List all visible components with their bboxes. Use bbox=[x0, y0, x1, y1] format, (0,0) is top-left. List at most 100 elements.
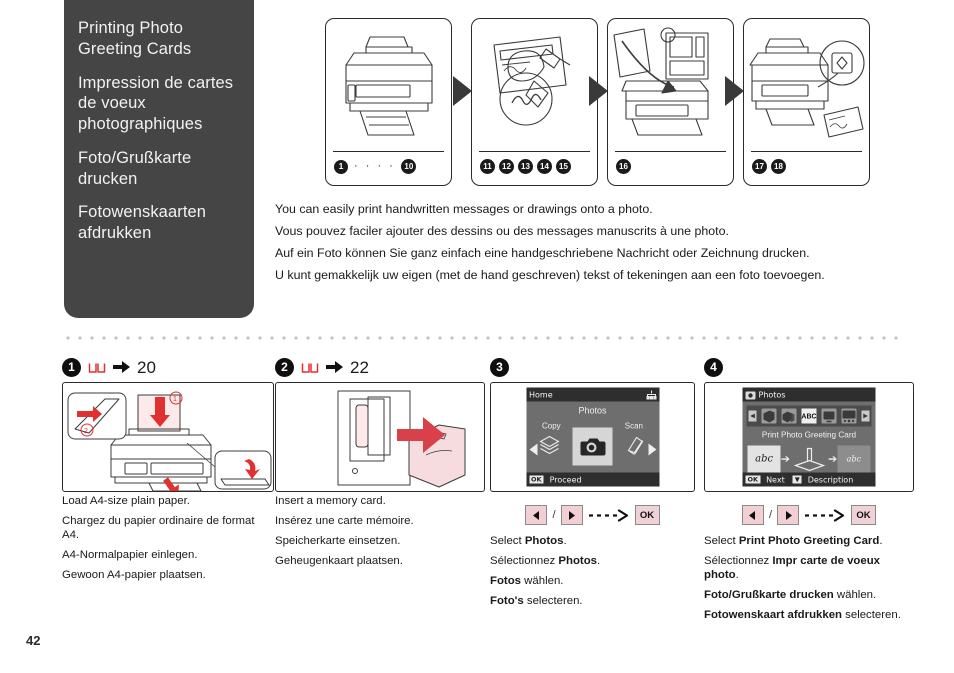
description-line-de: Auf ein Foto können Sie ganz einfach ein… bbox=[275, 245, 810, 260]
caption-nl: Fotowenskaart afdrukken selecteren. bbox=[704, 608, 901, 621]
step-2-captions: Insert a memory card. Insérez une carte … bbox=[275, 495, 485, 569]
lcd-footer-bar: OK Next ▼ Description bbox=[742, 472, 876, 487]
menu-icon-slideshow[interactable] bbox=[821, 408, 837, 424]
lcd-header-bar: Home bbox=[526, 387, 659, 402]
flow-arrow-icon bbox=[725, 76, 744, 106]
flow-arrow-icon bbox=[589, 76, 608, 106]
caption-fr: Chargez du papier ordinaire de format A4… bbox=[62, 514, 255, 541]
step-number-badge: 3 bbox=[490, 357, 509, 377]
step-badge: 11 bbox=[480, 159, 495, 174]
abc-result-card: abc bbox=[837, 445, 871, 472]
dotted-divider bbox=[62, 336, 900, 340]
caption-de: A4-Normalpapier einlegen. bbox=[62, 548, 198, 561]
lcd-screen-photos: Photos ◀ ABC ▶ Print Photo Greeting Card… bbox=[742, 387, 876, 487]
page-number: 42 bbox=[26, 633, 41, 648]
right-arrow-button[interactable] bbox=[560, 505, 583, 525]
step-1-illustration-frame: 12 bbox=[62, 382, 274, 492]
lcd-header-title: Photos bbox=[758, 390, 786, 399]
reference-page-number: 20 bbox=[137, 357, 156, 377]
step-2-header: 2 22 bbox=[275, 352, 485, 382]
overview-panel-printer: 1 · · · · 10 bbox=[325, 18, 452, 186]
description-line-en: You can easily print handwritten message… bbox=[275, 202, 653, 216]
step-badge: 13 bbox=[518, 159, 533, 174]
panel-rule bbox=[615, 151, 726, 152]
step-1-header: 1 20 bbox=[62, 352, 274, 382]
network-icon bbox=[646, 390, 656, 399]
menu-icon-abc-greeting-card[interactable]: ABC bbox=[801, 408, 817, 424]
step-4: 4 Photos ◀ ABC ▶ Print Photo Greeting Ca… bbox=[704, 352, 914, 629]
step-badge: 17 bbox=[752, 159, 767, 174]
step-badge: 10 bbox=[401, 159, 417, 174]
caption-nl: Foto's selecteren. bbox=[490, 594, 583, 607]
scanner-illustration bbox=[608, 19, 733, 149]
svg-text:1: 1 bbox=[173, 396, 177, 403]
right-arrow-button[interactable] bbox=[777, 505, 800, 525]
copy-icon bbox=[538, 435, 560, 455]
step-1: 1 20 1 2 Load A4-size plain paper. Charg… bbox=[62, 352, 274, 589]
svg-text:2: 2 bbox=[84, 428, 88, 435]
ok-button[interactable]: OK bbox=[851, 505, 877, 525]
flow-arrow-icon: ➔ bbox=[828, 453, 838, 465]
scan-icon bbox=[625, 435, 645, 455]
panel-rule bbox=[333, 151, 444, 152]
panel-rule bbox=[479, 151, 590, 152]
step-4-header: 4 bbox=[704, 352, 914, 382]
step-4-button-row: / OK bbox=[704, 492, 914, 532]
svg-text:ABC: ABC bbox=[802, 414, 817, 421]
book-icon bbox=[301, 361, 319, 374]
ok-button[interactable]: OK bbox=[634, 505, 660, 525]
menu-icon-print-photos[interactable] bbox=[761, 408, 777, 424]
handwriting-illustration bbox=[472, 19, 597, 149]
photos-icon-selected bbox=[572, 427, 613, 466]
title-line-nl: Fotowenskaarten afdrukken bbox=[78, 203, 207, 243]
lcd-content-home: Photos Copy Scan bbox=[526, 402, 659, 473]
overview-panel-scanner: 16 bbox=[607, 18, 734, 186]
overview-illustration-strip: 1 · · · · 10 11 12 13 14 15 16 17 18 bbox=[325, 18, 935, 190]
lcd-footer-label-2: Description bbox=[807, 475, 854, 484]
caption-en: Select Photos. bbox=[490, 535, 567, 547]
lcd-footer-label: Proceed bbox=[549, 475, 582, 484]
menu-icon-print-photos-stack[interactable] bbox=[781, 408, 797, 424]
panel-step-badges: 11 12 13 14 15 bbox=[480, 159, 571, 174]
step-number-badge: 4 bbox=[704, 357, 723, 377]
lcd-left-option-label: Copy bbox=[542, 421, 561, 431]
arrow-right-icon bbox=[326, 360, 343, 374]
left-arrow-button[interactable] bbox=[525, 505, 548, 525]
step-3-captions: Select Photos. Sélectionnez Photos. Foto… bbox=[490, 535, 695, 609]
menu-icon-photo-id[interactable] bbox=[841, 408, 857, 424]
step-3: 3 Home Photos Copy Scan OK Proceed / OK … bbox=[490, 352, 695, 615]
step-3-illustration-frame: Home Photos Copy Scan OK Proceed bbox=[490, 382, 695, 492]
step-2: 2 22 Insert a memory card. Insérez une c… bbox=[275, 352, 485, 575]
button-separator: / bbox=[768, 509, 773, 521]
lcd-flow-illustration: abc ➔ ➔ abc bbox=[747, 444, 871, 474]
lcd-right-option-label: Scan bbox=[624, 421, 643, 431]
icon-row-left-nav[interactable]: ◀ bbox=[748, 410, 757, 422]
description-line-nl: U kunt gemakkelijk uw eigen (met de hand… bbox=[275, 267, 825, 282]
abc-source-card: abc bbox=[747, 445, 781, 472]
step-badge: 18 bbox=[771, 159, 786, 174]
caption-de: Fotos wählen. bbox=[490, 574, 564, 587]
caption-en: Load A4-size plain paper. bbox=[62, 495, 190, 507]
ok-key-badge: OK bbox=[529, 475, 544, 484]
step-3-button-row: / OK bbox=[490, 492, 695, 532]
caption-fr: Insérez une carte mémoire. bbox=[275, 514, 414, 527]
step-number-badge: 2 bbox=[275, 357, 294, 377]
title-panel: Printing Photo Greeting Cards Impression… bbox=[64, 0, 254, 318]
panel-step-badges: 16 bbox=[616, 159, 631, 174]
printer-tray-icon bbox=[790, 445, 828, 472]
step-3-header: 3 bbox=[490, 352, 695, 382]
left-arrow-button[interactable] bbox=[741, 505, 764, 525]
flow-arrow-icon bbox=[453, 76, 472, 106]
lcd-icon-row: ◀ ABC ▶ bbox=[746, 405, 872, 427]
lcd-header-bar: Photos bbox=[742, 387, 876, 402]
title-line-de: Foto/Grußkarte drucken bbox=[78, 148, 192, 188]
lcd-mode-row: Copy Scan bbox=[526, 422, 659, 472]
printer-illustration bbox=[326, 19, 451, 149]
title-line-fr: Impression de cartes de voeux photograph… bbox=[78, 73, 234, 134]
lcd-selected-label: Photos bbox=[578, 405, 607, 416]
step-badge: 14 bbox=[537, 159, 552, 174]
icon-row-right-nav[interactable]: ▶ bbox=[861, 410, 870, 422]
caption-fr: Sélectionnez Impr carte de voeux photo. bbox=[704, 554, 881, 581]
step-badge: 16 bbox=[616, 159, 631, 174]
lcd-screen-home: Home Photos Copy Scan OK Proceed bbox=[526, 387, 659, 487]
